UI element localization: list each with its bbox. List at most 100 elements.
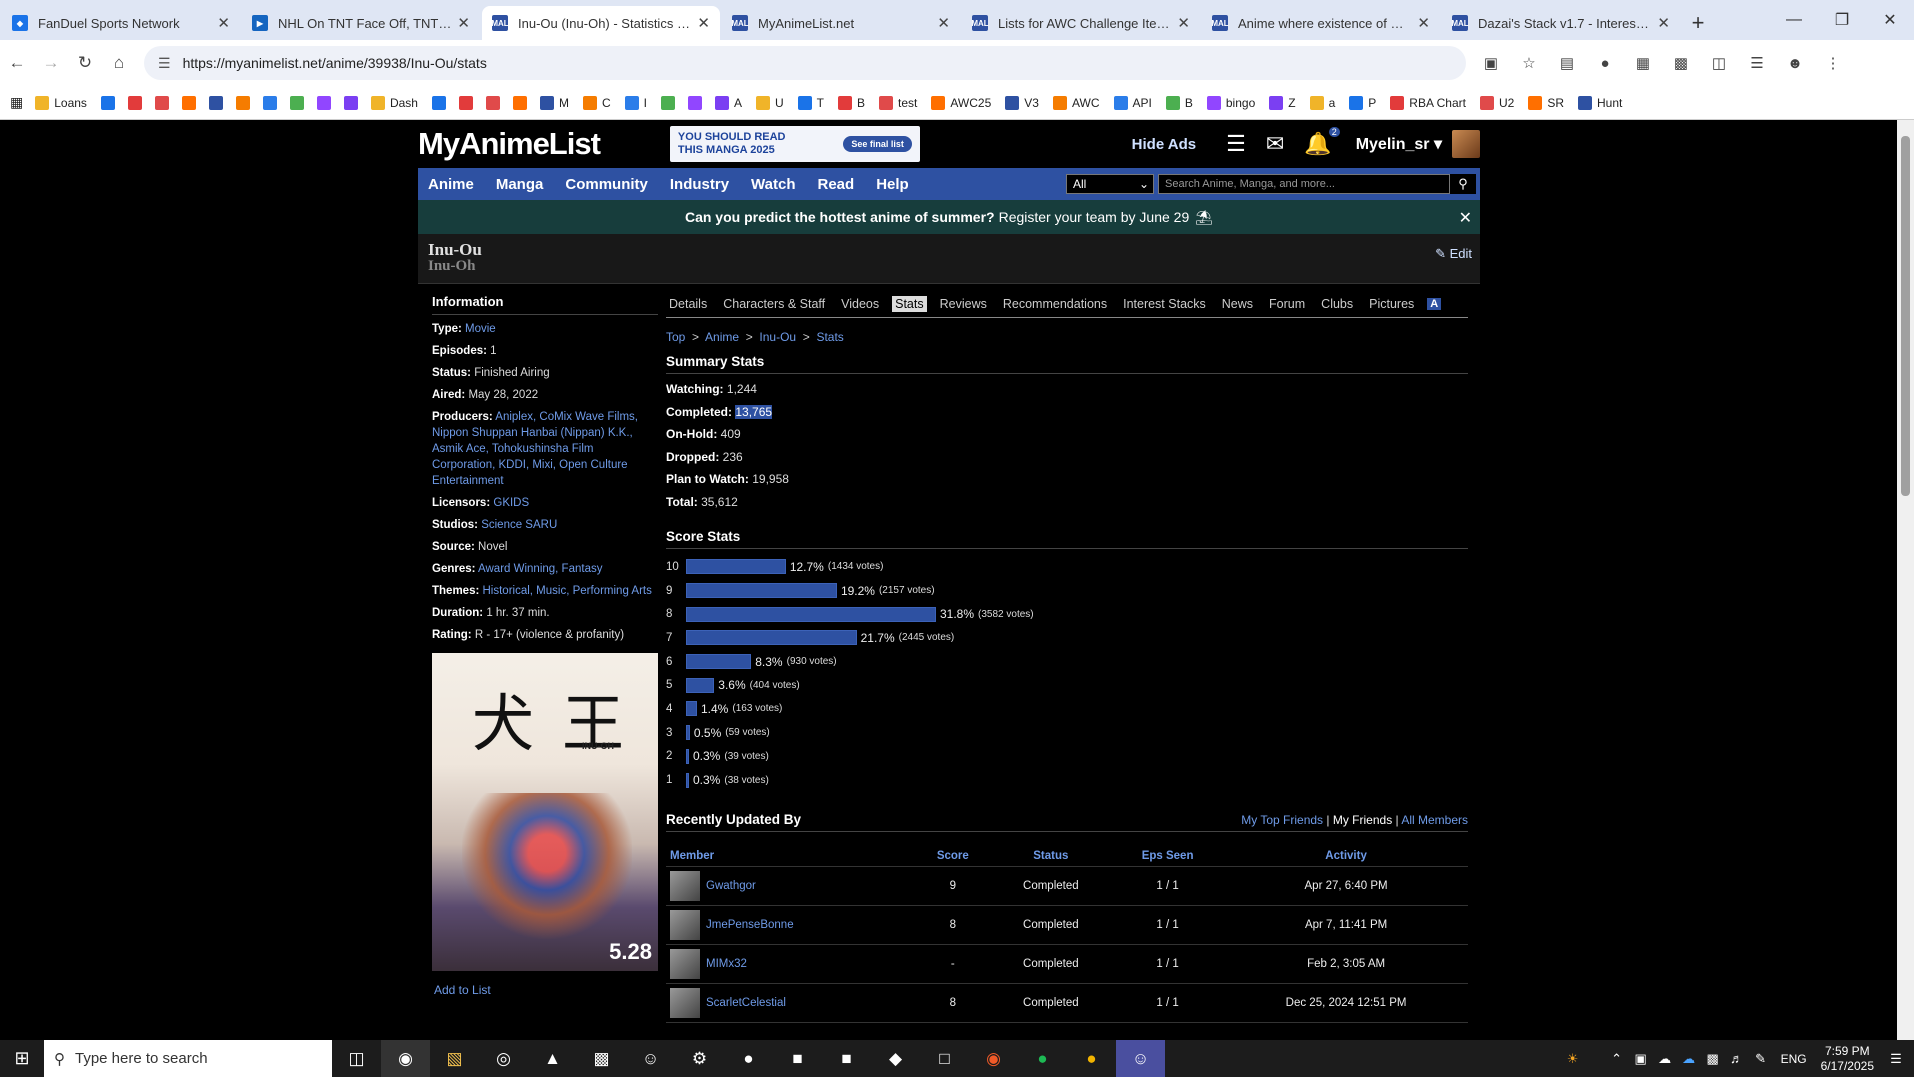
bookmark-item[interactable]: API	[1113, 95, 1152, 110]
edit-link[interactable]: ✎ Edit	[1435, 246, 1472, 262]
member-link[interactable]: ScarletCelestial	[706, 997, 786, 1009]
bookmark-item[interactable]	[431, 95, 451, 110]
browser-tab[interactable]: MAL MyAnimeList.net ✕	[722, 6, 960, 40]
close-icon[interactable]: ✕	[1459, 208, 1472, 228]
install-icon[interactable]: ▣	[1472, 46, 1510, 80]
themes-links[interactable]: Historical, Music, Performing Arts	[483, 585, 652, 597]
sidepanel-icon[interactable]: ◫	[1700, 46, 1738, 80]
home-icon[interactable]: ⌂	[102, 46, 136, 80]
breadcrumb-item[interactable]: Inu-Ou	[759, 330, 796, 344]
all-members-link[interactable]: All Members	[1401, 813, 1468, 827]
language-indicator[interactable]: ENG	[1781, 1052, 1807, 1066]
bookmark-item[interactable]	[458, 95, 478, 110]
tab-videos[interactable]: Videos	[838, 296, 882, 312]
tab-interest-stacks[interactable]: Interest Stacks	[1120, 296, 1209, 312]
browser-tab[interactable]: MAL Anime where existence of mag ✕	[1202, 6, 1440, 40]
site-logo[interactable]: MyAnimeList	[418, 126, 601, 162]
bookmark-item[interactable]: test	[879, 95, 917, 110]
banner-button[interactable]: See final list	[843, 136, 912, 152]
mail-icon[interactable]: ✉	[1266, 131, 1284, 157]
extensions-puzzle-icon[interactable]: ▩	[1662, 46, 1700, 80]
clock[interactable]: 7:59 PM 6/17/2025	[1821, 1044, 1874, 1074]
bookmark-item[interactable]	[343, 95, 363, 110]
menu-help[interactable]: Help	[876, 176, 909, 193]
bookmark-item[interactable]	[100, 95, 120, 110]
breadcrumb-item[interactable]: Top	[666, 330, 685, 344]
bookmark-item[interactable]	[687, 95, 707, 110]
close-tab-icon[interactable]: ✕	[1177, 14, 1190, 32]
bookmark-item[interactable]: B	[838, 95, 865, 110]
tab-pictures[interactable]: Pictures	[1366, 296, 1417, 312]
app-icon[interactable]: ◎	[479, 1040, 528, 1077]
discord-icon[interactable]: ☺	[1116, 1040, 1165, 1077]
bookmark-item[interactable]: Loans	[35, 95, 87, 110]
bookmark-item[interactable]	[512, 95, 532, 110]
hide-ads-link[interactable]: Hide Ads	[1132, 136, 1196, 153]
search-type-select[interactable]: All ⌄	[1066, 174, 1154, 194]
extension-circle-icon[interactable]: ●	[1586, 46, 1624, 80]
chrome-icon[interactable]: ◉	[381, 1040, 430, 1077]
bookmark-star-icon[interactable]: ☆	[1510, 46, 1548, 80]
scrollbar-thumb[interactable]	[1901, 136, 1910, 496]
menu-anime[interactable]: Anime	[428, 176, 474, 193]
bookmark-item[interactable]: Hunt	[1578, 95, 1622, 110]
bookmark-item[interactable]	[660, 95, 680, 110]
app-icon[interactable]: ■	[822, 1040, 871, 1077]
windows-start-icon[interactable]: ⊞	[0, 1040, 44, 1077]
network-icon[interactable]: ▩	[1701, 1051, 1725, 1067]
bookmark-item[interactable]: I	[624, 95, 647, 110]
bookmark-item[interactable]: V3	[1005, 95, 1039, 110]
bookmark-item[interactable]	[181, 95, 201, 110]
menu-dots-icon[interactable]: ⋮	[1814, 46, 1852, 80]
studios-link[interactable]: Science SARU	[481, 519, 557, 531]
file-explorer-icon[interactable]: ▧	[430, 1040, 479, 1077]
breadcrumb-item[interactable]: Stats	[816, 330, 843, 344]
bookmark-item[interactable]	[208, 95, 228, 110]
app-icon[interactable]: ▲	[528, 1040, 577, 1077]
analytics-icon[interactable]: A	[1427, 298, 1442, 310]
list-menu-icon[interactable]: ☰	[1226, 131, 1246, 157]
chevron-up-icon[interactable]: ⌃	[1605, 1051, 1629, 1067]
bookmark-item[interactable]: A	[714, 95, 742, 110]
bookmark-item[interactable]	[316, 95, 336, 110]
add-to-list-link[interactable]: Add to List	[434, 983, 658, 997]
extension-badge-icon[interactable]: ▦	[1624, 46, 1662, 80]
new-tab-icon[interactable]: +	[1680, 6, 1716, 40]
bookmark-item[interactable]: U	[755, 95, 784, 110]
tab-forum[interactable]: Forum	[1266, 296, 1308, 312]
site-info-icon[interactable]: ☰	[158, 55, 171, 72]
media-icon[interactable]: ☰	[1738, 46, 1776, 80]
close-tab-icon[interactable]: ✕	[937, 14, 950, 32]
tab-clubs[interactable]: Clubs	[1318, 296, 1356, 312]
bookmark-item[interactable]: AWC25	[931, 95, 991, 110]
close-tab-icon[interactable]: ✕	[1417, 14, 1430, 32]
tray-app-icon[interactable]: ▣	[1629, 1051, 1653, 1067]
browser-tab[interactable]: MAL Dazai's Stack v1.7 - Interest Sta ✕	[1442, 6, 1680, 40]
app-icon[interactable]: ■	[773, 1040, 822, 1077]
bell-icon[interactable]: 🔔 2	[1304, 127, 1340, 157]
bookmark-item[interactable]: a	[1309, 95, 1335, 110]
cast-icon[interactable]: ▤	[1548, 46, 1586, 80]
app-icon[interactable]: ☺	[626, 1040, 675, 1077]
profile-avatar-icon[interactable]: ☻	[1776, 46, 1814, 80]
manga-banner-ad[interactable]: YOU SHOULD READ THIS MANGA 2025 See fina…	[669, 126, 920, 162]
bookmark-item[interactable]: SR	[1528, 95, 1564, 110]
my-top-friends-link[interactable]: My Top Friends	[1241, 813, 1323, 827]
bookmark-item[interactable]	[485, 95, 505, 110]
licensors-link[interactable]: GKIDS	[493, 497, 529, 509]
reload-icon[interactable]: ↻	[68, 46, 102, 80]
bookmark-item[interactable]: C	[582, 95, 611, 110]
search-input[interactable]: Search Anime, Manga, and more...	[1158, 174, 1450, 194]
bookmark-item[interactable]: P	[1349, 95, 1376, 110]
app-icon[interactable]: ◉	[969, 1040, 1018, 1077]
member-link[interactable]: JmePenseBonne	[706, 919, 794, 931]
bookmark-item[interactable]: M	[539, 95, 569, 110]
announcement-banner[interactable]: Can you predict the hottest anime of sum…	[418, 200, 1480, 234]
bookmark-item[interactable]: RBA Chart	[1390, 95, 1466, 110]
app-icon[interactable]: ▩	[577, 1040, 626, 1077]
cloud-icon[interactable]: ☁	[1677, 1051, 1701, 1067]
bookmark-item[interactable]: AWC	[1052, 95, 1100, 110]
tab-stats[interactable]: Stats	[892, 296, 927, 312]
task-view-icon[interactable]: ◫	[332, 1040, 381, 1077]
bookmark-item[interactable]: Dash	[370, 95, 418, 110]
